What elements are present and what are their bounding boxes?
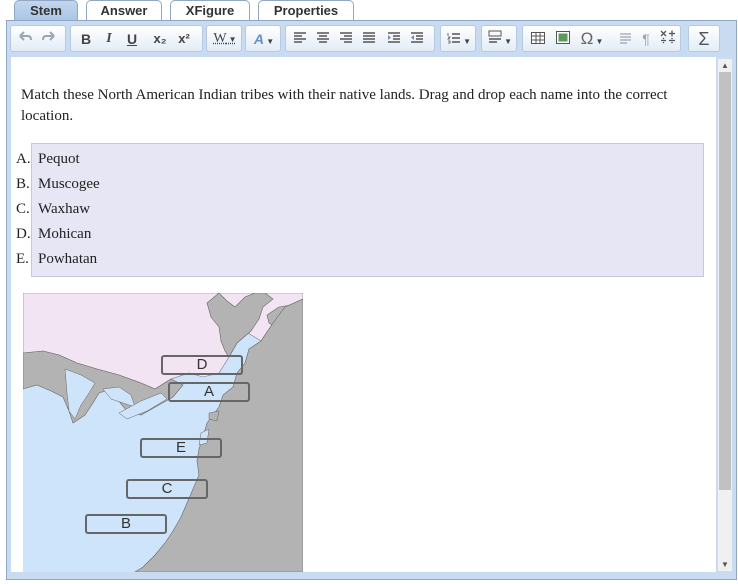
block-style-icon [488, 30, 502, 43]
bold-button[interactable]: B [76, 29, 96, 49]
outdent-icon [411, 32, 423, 43]
choice-item[interactable]: B. Muscogee [16, 176, 100, 193]
insert-group: Ω ▼ ¶ [522, 25, 681, 52]
numbered-list-icon [446, 33, 460, 44]
justify-button[interactable] [359, 29, 379, 49]
insert-table-button[interactable] [528, 29, 548, 49]
choice-name: Mohican [38, 226, 92, 242]
math-operators-icon [660, 30, 675, 44]
dropdown-arrow-icon: ▼ [263, 37, 275, 46]
word-style-dropdown[interactable]: W ▼ [210, 29, 240, 49]
paragraph-lines-icon [620, 33, 631, 44]
choice-name: Muscogee [38, 176, 100, 192]
indent-icon [388, 32, 400, 43]
editor-panel: B I U x₂ x² W ▼ A ▼ ▼ ▼ Ω ▼ ¶ Σ Match th… [6, 20, 737, 580]
omega-icon: Ω [580, 29, 594, 48]
indent-button[interactable] [384, 29, 404, 49]
dropdown-arrow-icon: ▼ [226, 35, 237, 44]
list-group: ▼ [440, 25, 476, 52]
equation-group: Σ [688, 25, 720, 52]
tab-bar: Stem Answer XFigure Properties [0, 0, 738, 22]
italic-button[interactable]: I [99, 29, 119, 49]
choice-name: Powhatan [38, 251, 98, 267]
dropdown-arrow-icon: ▼ [593, 37, 604, 46]
choice-letter: E. [16, 251, 29, 267]
font-style-dropdown[interactable]: A ▼ [249, 29, 279, 49]
outdent-button[interactable] [407, 29, 427, 49]
tab-xfigure[interactable]: XFigure [170, 0, 250, 21]
choice-item[interactable]: D. Mohican [16, 226, 91, 243]
east-coast-map: D A E C B [23, 293, 303, 572]
pilcrow-icon: ¶ [642, 31, 650, 47]
undo-icon [19, 31, 32, 41]
undo-button[interactable] [15, 29, 35, 49]
sigma-icon: Σ [698, 29, 710, 49]
image-icon [556, 31, 570, 44]
choice-item[interactable]: A. Pequot [16, 151, 80, 168]
vertical-scrollbar[interactable]: ▲ ▼ [718, 59, 732, 571]
choice-list: A. Pequot B. Muscogee C. Waxhaw D. Mohican E… [16, 143, 704, 277]
dropdown-arrow-icon: ▼ [501, 37, 513, 46]
align-group [285, 25, 435, 52]
font-style-group: A ▼ [245, 25, 281, 52]
align-left-icon [294, 32, 306, 43]
special-char-dropdown[interactable]: Ω ▼ [575, 29, 609, 49]
drop-zone-e[interactable]: E [140, 438, 222, 458]
choice-letter: A. [16, 151, 31, 167]
insert-image-button[interactable] [553, 29, 573, 49]
numbered-list-dropdown[interactable]: ▼ [444, 29, 474, 49]
redo-icon [42, 31, 55, 41]
question-prompt: Match these North American Indian tribes… [21, 87, 668, 124]
scroll-thumb[interactable] [719, 72, 731, 490]
word-style-label: W [213, 31, 227, 46]
show-marks-button[interactable]: ¶ [636, 29, 656, 49]
format-group: B I U x₂ x² [70, 25, 203, 52]
scroll-up-icon[interactable]: ▲ [718, 59, 732, 72]
drop-zone-b[interactable]: B [85, 514, 167, 534]
align-center-button[interactable] [313, 29, 333, 49]
subscript-button[interactable]: x₂ [150, 29, 170, 49]
word-style-group: W ▼ [206, 25, 242, 52]
choice-item[interactable]: C. Waxhaw [16, 201, 90, 218]
dropdown-arrow-icon: ▼ [460, 37, 472, 46]
drop-zone-a[interactable]: A [168, 382, 250, 402]
block-style-dropdown[interactable]: ▼ [485, 29, 515, 49]
redo-button[interactable] [39, 29, 59, 49]
scroll-down-icon[interactable]: ▼ [718, 558, 732, 571]
align-right-icon [340, 32, 352, 43]
tab-stem[interactable]: Stem [14, 0, 78, 22]
equation-button[interactable]: Σ [694, 29, 714, 49]
drop-zone-c[interactable]: C [126, 479, 208, 499]
drop-zone-d[interactable]: D [161, 355, 243, 375]
font-style-icon: A [253, 31, 264, 47]
superscript-button[interactable]: x² [174, 29, 194, 49]
math-ops-button[interactable] [658, 29, 678, 49]
align-left-button[interactable] [290, 29, 310, 49]
choice-letter: D. [16, 226, 31, 242]
paragraph-format-button[interactable] [616, 29, 636, 49]
tab-properties[interactable]: Properties [258, 0, 354, 21]
underline-button[interactable]: U [122, 29, 142, 49]
block-group: ▼ [481, 25, 517, 52]
choice-name: Waxhaw [38, 201, 91, 217]
editor-content[interactable]: Match these North American Indian tribes… [11, 57, 716, 572]
table-icon [531, 32, 545, 44]
choice-name: Pequot [38, 151, 80, 167]
justify-icon [363, 32, 375, 43]
choice-letter: B. [16, 176, 30, 192]
align-right-button[interactable] [336, 29, 356, 49]
choice-item[interactable]: E. Powhatan [16, 251, 97, 268]
history-group [10, 25, 66, 52]
toolbar: B I U x₂ x² W ▼ A ▼ ▼ ▼ Ω ▼ ¶ Σ [10, 25, 733, 53]
tab-answer[interactable]: Answer [86, 0, 162, 21]
align-center-icon [317, 32, 329, 43]
choice-letter: C. [16, 201, 30, 217]
